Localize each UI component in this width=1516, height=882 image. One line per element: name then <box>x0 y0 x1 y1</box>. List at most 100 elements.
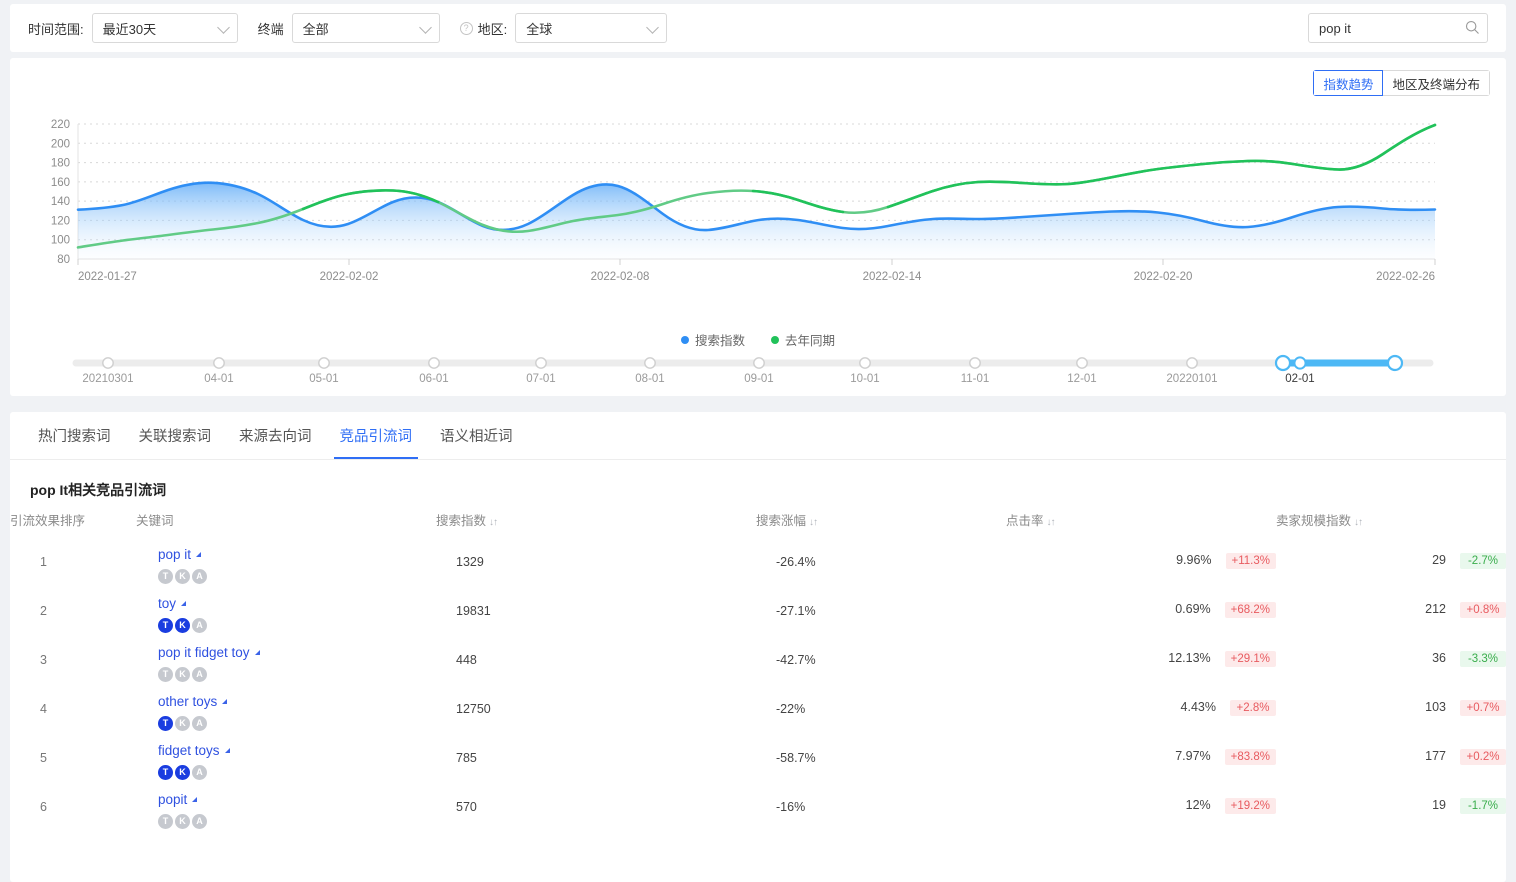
tab-source-destination-words[interactable]: 来源去向词 <box>225 412 326 459</box>
keyword-link[interactable]: popit <box>158 792 187 807</box>
timeline-range-slider[interactable]: 20210301 04-01 05-01 06-01 07-01 08-01 0… <box>10 350 1506 396</box>
row-click-rate: 12%+19.2% <box>1006 780 1276 829</box>
svg-text:12-01: 12-01 <box>1067 373 1096 385</box>
badge-a-icon[interactable]: A <box>192 667 207 682</box>
badge-a-icon[interactable]: A <box>192 814 207 829</box>
table-row[interactable]: 6popitTKA570-16%12%+19.2%19-1.7% <box>10 780 1506 829</box>
row-click-rate-delta: +11.3% <box>1226 553 1276 569</box>
region-value: 全球 <box>526 19 552 38</box>
row-keyword-cell: fidget toys TKA <box>136 731 436 780</box>
col-rank[interactable]: 引流效果排序 <box>10 510 136 535</box>
row-rank: 3 <box>10 633 136 682</box>
col-search-index[interactable]: 搜索指数↓↑ <box>436 510 756 535</box>
terminal-select[interactable]: 全部 <box>292 13 440 43</box>
badge-k-icon[interactable]: K <box>175 569 190 584</box>
legend-item-search-index[interactable]: 搜索指数 <box>681 330 745 349</box>
svg-text:180: 180 <box>51 158 70 170</box>
keyword-link[interactable]: pop it <box>158 547 191 562</box>
expand-arrow-icon[interactable] <box>255 650 260 655</box>
search-input[interactable] <box>1308 13 1488 43</box>
chart-x-tick-labels: 2022-01-27 2022-02-02 2022-02-08 2022-02… <box>78 271 1435 283</box>
expand-arrow-icon[interactable] <box>181 601 186 606</box>
badge-a-icon[interactable]: A <box>192 618 207 633</box>
svg-text:2022-02-20: 2022-02-20 <box>1134 271 1193 283</box>
chart-view-toggle: 指数趋势 地区及终端分布 <box>1313 70 1490 96</box>
chart-legend: 搜索指数 去年同期 <box>10 330 1506 349</box>
platform-badges: TKA <box>158 569 436 584</box>
keyword-link[interactable]: toy <box>158 596 176 611</box>
row-click-rate-delta: +19.2% <box>1225 798 1276 814</box>
region-select[interactable]: 全球 <box>515 13 667 43</box>
row-search-index: 785 <box>436 731 756 780</box>
expand-arrow-icon[interactable] <box>196 552 201 557</box>
row-search-index: 19831 <box>436 584 756 633</box>
badge-k-icon[interactable]: K <box>175 716 190 731</box>
row-rank: 1 <box>10 535 136 584</box>
expand-arrow-icon[interactable] <box>192 797 197 802</box>
badge-k-icon[interactable]: K <box>175 765 190 780</box>
sort-icon: ↓↑ <box>1354 517 1362 528</box>
row-search-growth: -27.1% <box>756 584 1006 633</box>
tab-index-trend[interactable]: 指数趋势 <box>1313 70 1383 96</box>
tab-competitor-traffic-words[interactable]: 竞品引流词 <box>326 412 427 459</box>
table-body: 1pop itTKA1329-26.4%9.96%+11.3%29-2.7%2t… <box>10 535 1506 829</box>
table-row[interactable]: 4other toysTKA12750-22%4.43%+2.8%103+0.7… <box>10 682 1506 731</box>
row-click-rate-value: 9.96% <box>1176 553 1211 567</box>
col-click-rate[interactable]: 点击率↓↑ <box>1006 510 1276 535</box>
keyword-link[interactable]: fidget toys <box>158 743 220 758</box>
row-seller-scale-value: 177 <box>1425 749 1446 763</box>
table-row[interactable]: 5fidget toysTKA785-58.7%7.97%+83.8%177+0… <box>10 731 1506 780</box>
col-search-growth[interactable]: 搜索涨幅↓↑ <box>756 510 1006 535</box>
col-seller-scale-index[interactable]: 卖家规模指数↓↑ <box>1276 510 1506 535</box>
table-row[interactable]: 3pop it fidget toyTKA448-42.7%12.13%+29.… <box>10 633 1506 682</box>
row-seller-scale: 103+0.7% <box>1276 682 1506 731</box>
chart-panel: 指数趋势 地区及终端分布 220 200 180 160 <box>10 58 1506 396</box>
chart-y-tick-labels: 220 200 180 160 140 120 100 80 <box>51 119 70 266</box>
row-search-growth: -58.7% <box>756 731 1006 780</box>
row-search-growth: -26.4% <box>756 535 1006 584</box>
timeline-handle-current[interactable] <box>1294 357 1305 368</box>
svg-text:05-01: 05-01 <box>309 373 338 385</box>
timeline-handle-start[interactable] <box>1276 356 1290 370</box>
svg-text:04-01: 04-01 <box>204 373 233 385</box>
table-title: pop It相关竞品引流词 <box>10 460 1506 500</box>
expand-arrow-icon[interactable] <box>222 699 227 704</box>
badge-a-icon[interactable]: A <box>192 569 207 584</box>
timeline-handle-end[interactable] <box>1388 356 1402 370</box>
badge-a-icon[interactable]: A <box>192 716 207 731</box>
tab-related-search-words[interactable]: 关联搜索词 <box>125 412 226 459</box>
keyword-link[interactable]: other toys <box>158 694 217 709</box>
row-seller-scale-delta: +0.8% <box>1460 602 1506 618</box>
badge-a-icon[interactable]: A <box>192 765 207 780</box>
row-seller-scale-delta: -2.7% <box>1460 553 1506 569</box>
tab-semantically-similar-words[interactable]: 语义相近词 <box>426 412 527 459</box>
badge-t-icon[interactable]: T <box>158 814 173 829</box>
svg-text:140: 140 <box>51 196 70 208</box>
row-seller-scale: 177+0.2% <box>1276 731 1506 780</box>
keyword-link[interactable]: pop it fidget toy <box>158 645 250 660</box>
badge-k-icon[interactable]: K <box>175 618 190 633</box>
search-box <box>1308 13 1488 43</box>
badge-t-icon[interactable]: T <box>158 667 173 682</box>
badge-t-icon[interactable]: T <box>158 618 173 633</box>
badge-t-icon[interactable]: T <box>158 765 173 780</box>
tab-hot-search-words[interactable]: 热门搜索词 <box>24 412 125 459</box>
expand-arrow-icon[interactable] <box>225 748 230 753</box>
row-click-rate: 7.97%+83.8% <box>1006 731 1276 780</box>
badge-k-icon[interactable]: K <box>175 667 190 682</box>
svg-text:06-01: 06-01 <box>419 373 448 385</box>
col-keyword[interactable]: 关键词 <box>136 510 436 535</box>
badge-k-icon[interactable]: K <box>175 814 190 829</box>
keyword-table: 引流效果排序 关键词 搜索指数↓↑ 搜索涨幅↓↑ 点击率↓↑ 卖家规模指数↓↑ … <box>10 510 1506 829</box>
row-search-growth: -42.7% <box>756 633 1006 682</box>
legend-item-last-year[interactable]: 去年同期 <box>771 330 835 349</box>
badge-t-icon[interactable]: T <box>158 569 173 584</box>
badge-t-icon[interactable]: T <box>158 716 173 731</box>
help-icon[interactable]: ? <box>460 22 473 35</box>
table-header-row: 引流效果排序 关键词 搜索指数↓↑ 搜索涨幅↓↑ 点击率↓↑ 卖家规模指数↓↑ <box>10 510 1506 535</box>
chart-x-ticks <box>78 259 1435 265</box>
time-range-select[interactable]: 最近30天 <box>92 13 238 43</box>
table-row[interactable]: 1pop itTKA1329-26.4%9.96%+11.3%29-2.7% <box>10 535 1506 584</box>
tab-region-terminal-distribution[interactable]: 地区及终端分布 <box>1382 70 1490 96</box>
table-row[interactable]: 2toyTKA19831-27.1%0.69%+68.2%212+0.8% <box>10 584 1506 633</box>
